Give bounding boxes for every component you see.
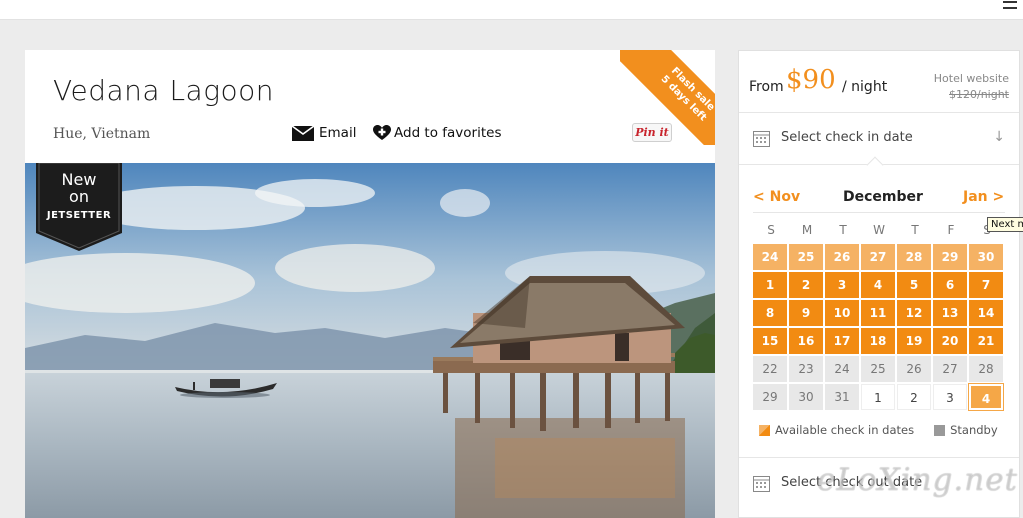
calendar-day-cell: 30 bbox=[969, 244, 1003, 270]
next-month-tooltip: Next m bbox=[987, 217, 1023, 232]
calendar-day-cell[interactable]: 19 bbox=[897, 328, 931, 354]
calendar-day-cell[interactable]: 20 bbox=[933, 328, 967, 354]
calendar-day-cell: 27 bbox=[861, 244, 895, 270]
email-share-link[interactable]: Email bbox=[292, 125, 356, 141]
calendar-day-cell: 25 bbox=[789, 244, 823, 270]
legend-available-label: Available check in dates bbox=[775, 423, 915, 437]
calendar-day-cell: 24 bbox=[825, 356, 859, 382]
weekday-header: SMTWTFS bbox=[753, 223, 1005, 237]
top-navigation-bar bbox=[0, 0, 1023, 20]
hotel-title: Vedana Lagoon bbox=[53, 74, 275, 107]
calendar-icon bbox=[753, 131, 770, 147]
nightly-price: $90 bbox=[786, 65, 836, 95]
check-in-selector[interactable]: Select check in date ↓ bbox=[739, 113, 1019, 165]
legend-standby-label: Standby bbox=[950, 423, 998, 437]
calendar-icon bbox=[753, 476, 770, 492]
hamburger-menu-icon[interactable] bbox=[1003, 1, 1017, 9]
standby-swatch bbox=[934, 425, 946, 436]
calendar-day-cell[interactable]: 10 bbox=[825, 300, 859, 326]
calendar-day-cell: 23 bbox=[789, 356, 823, 382]
calendar-day-cell: 28 bbox=[897, 244, 931, 270]
calendar-day-cell[interactable]: 14 bbox=[969, 300, 1003, 326]
hotel-location: Hue, Vietnam bbox=[53, 126, 151, 142]
envelope-icon bbox=[292, 125, 314, 141]
price-row: From $90 / night Hotel website $120/nigh… bbox=[739, 51, 1019, 113]
calendar-day-cell[interactable]: 8 bbox=[753, 300, 787, 326]
calendar-day-cell: 22 bbox=[753, 356, 787, 382]
new-on-jetsetter-badge: New on JETSETTER bbox=[36, 163, 122, 255]
calendar-day-cell[interactable]: 21 bbox=[969, 328, 1003, 354]
weekday-label: M bbox=[801, 223, 813, 237]
add-to-favorites-link[interactable]: Add to favorites bbox=[373, 125, 501, 141]
calendar-navigation: < Nov December Jan > bbox=[739, 189, 1019, 209]
calendar-day-cell[interactable]: 4 bbox=[968, 383, 1004, 411]
per-night-label: / night bbox=[842, 79, 888, 95]
calendar-day-cell[interactable]: 5 bbox=[897, 272, 931, 298]
calendar-day-cell[interactable]: 15 bbox=[753, 328, 787, 354]
calendar-day-cell[interactable]: 16 bbox=[789, 328, 823, 354]
email-label: Email bbox=[319, 125, 357, 141]
badge-brand-text: JETSETTER bbox=[46, 210, 112, 221]
booking-panel: From $90 / night Hotel website $120/nigh… bbox=[738, 50, 1020, 518]
badge-on-text: on bbox=[69, 187, 89, 206]
calendar-day-cell[interactable]: 9 bbox=[789, 300, 823, 326]
calendar-day-cell[interactable]: 4 bbox=[861, 272, 895, 298]
watermark-text: eLoXing.net bbox=[817, 462, 1019, 498]
calendar-day-cell[interactable]: 13 bbox=[933, 300, 967, 326]
calendar-day-cell[interactable]: 11 bbox=[861, 300, 895, 326]
heart-plus-icon bbox=[373, 125, 391, 140]
available-swatch bbox=[759, 425, 770, 436]
previous-month-link[interactable]: < Nov bbox=[753, 189, 800, 205]
calendar-day-cell[interactable]: 2 bbox=[789, 272, 823, 298]
weekday-label: S bbox=[767, 223, 775, 237]
calendar-day-cell: 3 bbox=[933, 384, 967, 410]
calendar-day-cell: 24 bbox=[753, 244, 787, 270]
calendar-day-cell[interactable]: 17 bbox=[825, 328, 859, 354]
down-arrow-icon: ↓ bbox=[993, 129, 1005, 145]
calendar-day-cell: 30 bbox=[789, 384, 823, 410]
flash-sale-ribbon: Flash sale 5 days left bbox=[620, 50, 715, 145]
check-in-label: Select check in date bbox=[781, 130, 913, 145]
calendar-day-cell[interactable]: 3 bbox=[825, 272, 859, 298]
hotel-website-label: Hotel website bbox=[933, 72, 1009, 85]
calendar-day-cell: 1 bbox=[861, 384, 895, 410]
weekday-label: F bbox=[947, 223, 955, 237]
calendar-grid: 24 25 26 27 28 29 30 1 2 3 4 5 6 7 8 9 10 11 12 13 14 15 16 17 1… bbox=[753, 244, 1005, 411]
hotel-website-price: $120/night bbox=[949, 88, 1009, 101]
calendar-day-cell: 27 bbox=[933, 356, 967, 382]
calendar-day-cell: 26 bbox=[825, 244, 859, 270]
listing-card: Vedana Lagoon Hue, Vietnam Email Add to … bbox=[25, 50, 715, 518]
calendar-day-cell: 29 bbox=[933, 244, 967, 270]
calendar-day-cell: 28 bbox=[969, 356, 1003, 382]
calendar-day-cell: 2 bbox=[897, 384, 931, 410]
calendar-day-cell[interactable]: 12 bbox=[897, 300, 931, 326]
calendar-day-cell: 26 bbox=[897, 356, 931, 382]
weekday-label: T bbox=[839, 223, 847, 237]
calendar-day-cell[interactable]: 18 bbox=[861, 328, 895, 354]
calendar-divider bbox=[753, 212, 1005, 213]
badge-new-text: New bbox=[61, 170, 97, 189]
current-month-label: December bbox=[843, 189, 923, 205]
next-month-link[interactable]: Jan > bbox=[963, 189, 1004, 205]
calendar-legend: Available check in dates Standby bbox=[759, 423, 1019, 437]
calendar-day-cell: 29 bbox=[753, 384, 787, 410]
calendar-day-cell[interactable]: 6 bbox=[933, 272, 967, 298]
hotel-photo: New on JETSETTER bbox=[25, 163, 715, 518]
calendar-day-cell[interactable]: 7 bbox=[969, 272, 1003, 298]
favorites-label: Add to favorites bbox=[394, 125, 502, 141]
weekday-label: T bbox=[911, 223, 919, 237]
calendar-day-cell[interactable]: 1 bbox=[753, 272, 787, 298]
weekday-label: W bbox=[873, 223, 885, 237]
calendar-day-cell: 31 bbox=[825, 384, 859, 410]
from-label: From bbox=[749, 79, 784, 95]
calendar-day-cell: 25 bbox=[861, 356, 895, 382]
